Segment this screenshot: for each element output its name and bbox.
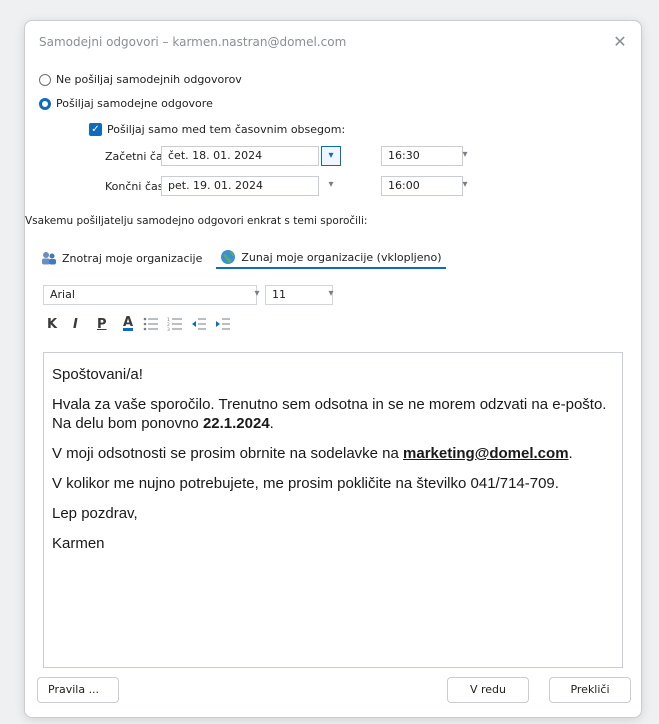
auto-reply-dialog: Samodejni odgovori – karmen.nastran@dome… [24,20,642,718]
underline-button[interactable]: P [97,317,107,332]
message-paragraph-return: Hvala za vaše sporočilo. Trenutno sem od… [52,395,614,433]
font-color-button[interactable]: A [123,315,133,330]
time-range-checkbox-row[interactable]: ✓ Pošiljaj samo med tem časovnim obsegom… [89,123,345,136]
message-tabs: Znotraj moje organizacije Zunaj moje org… [37,247,446,269]
end-time-label: Končni čas: [105,180,168,193]
bullet-list-icon[interactable] [143,317,159,331]
radio-send-auto-reply[interactable]: Pošiljaj samodejne odgovore [39,97,213,110]
message-contact-text: V moji odsotnosti se prosim obrnite na s… [52,445,404,462]
message-paragraph-phone: V kolikor me nujno potrebujete, me prosi… [52,475,559,492]
radio-no-auto-reply[interactable]: Ne pošiljaj samodejnih odgovorov [39,73,242,86]
font-name-select[interactable]: Arial [43,285,257,305]
message-contact-end: . [568,445,573,462]
decrease-indent-icon[interactable] [191,317,207,331]
radio-send-auto-reply-label: Pošiljaj samodejne odgovore [56,97,213,110]
instruction-text: Vsakemu pošiljatelju samodejno odgovori … [25,215,368,227]
checkbox-checked-icon[interactable]: ✓ [89,123,102,136]
message-editor[interactable]: Spoštovani/a! Hvala za vaše sporočilo. T… [43,352,623,668]
increase-indent-icon[interactable] [215,317,231,331]
time-range-label: Pošiljaj samo med tem časovnim obsegom: [107,123,346,136]
people-icon [42,252,56,265]
message-return-date: 22.1.2024 [202,415,270,432]
tab-inside-organization[interactable]: Znotraj moje organizacije [37,247,206,269]
cancel-button[interactable]: Prekliči [549,677,631,703]
globe-icon [221,250,236,264]
radio-button-off[interactable] [39,73,51,86]
rules-button[interactable]: Pravila ... [37,677,119,703]
tab-inside-organization-label: Znotraj moje organizacije [62,251,203,265]
tab-outside-organization-label: Zunaj moje organizacije (vklopljeno) [241,250,442,264]
numbered-list-icon[interactable]: 1 2 3 [167,317,183,331]
radio-no-auto-reply-label: Ne pošiljaj samodejnih odgovorov [56,73,242,86]
tab-outside-organization[interactable]: Zunaj moje organizacije (vklopljeno) [216,247,446,269]
font-size-dropdown-icon[interactable]: ▾ [321,285,341,305]
message-closing: Lep pozdrav, [52,505,138,522]
svg-text:3: 3 [167,327,170,331]
end-date-field[interactable]: pet. 19. 01. 2024 [161,176,319,196]
end-time-dropdown-icon[interactable]: ▾ [455,176,475,196]
end-time-field[interactable]: 16:00 [381,176,463,196]
radio-button-on[interactable] [39,97,51,110]
font-name-dropdown-icon[interactable]: ▾ [247,285,267,305]
message-return-text: Hvala za vaše sporočilo. Trenutno sem od… [52,396,607,432]
close-icon[interactable]: ✕ [609,31,631,53]
message-paragraph-contact: V moji odsotnosti se prosim obrnite na s… [52,444,614,463]
message-contact-email-link[interactable]: marketing@domel.com [403,445,569,462]
start-time-dropdown-icon[interactable]: ▾ [455,146,475,166]
bold-button[interactable]: K [47,317,57,332]
message-signature: Karmen [52,535,105,552]
dialog-title: Samodejni odgovori – karmen.nastran@dome… [39,35,347,49]
message-greeting: Spoštovani/a! [52,366,143,383]
message-return-end: . [269,415,274,432]
ok-button[interactable]: V redu [447,677,529,703]
start-date-dropdown-icon[interactable]: ▾ [321,146,341,166]
italic-button[interactable]: I [73,317,78,332]
end-date-dropdown-icon[interactable]: ▾ [321,176,341,196]
start-time-field[interactable]: 16:30 [381,146,463,166]
start-date-field[interactable]: čet. 18. 01. 2024 [161,146,319,166]
